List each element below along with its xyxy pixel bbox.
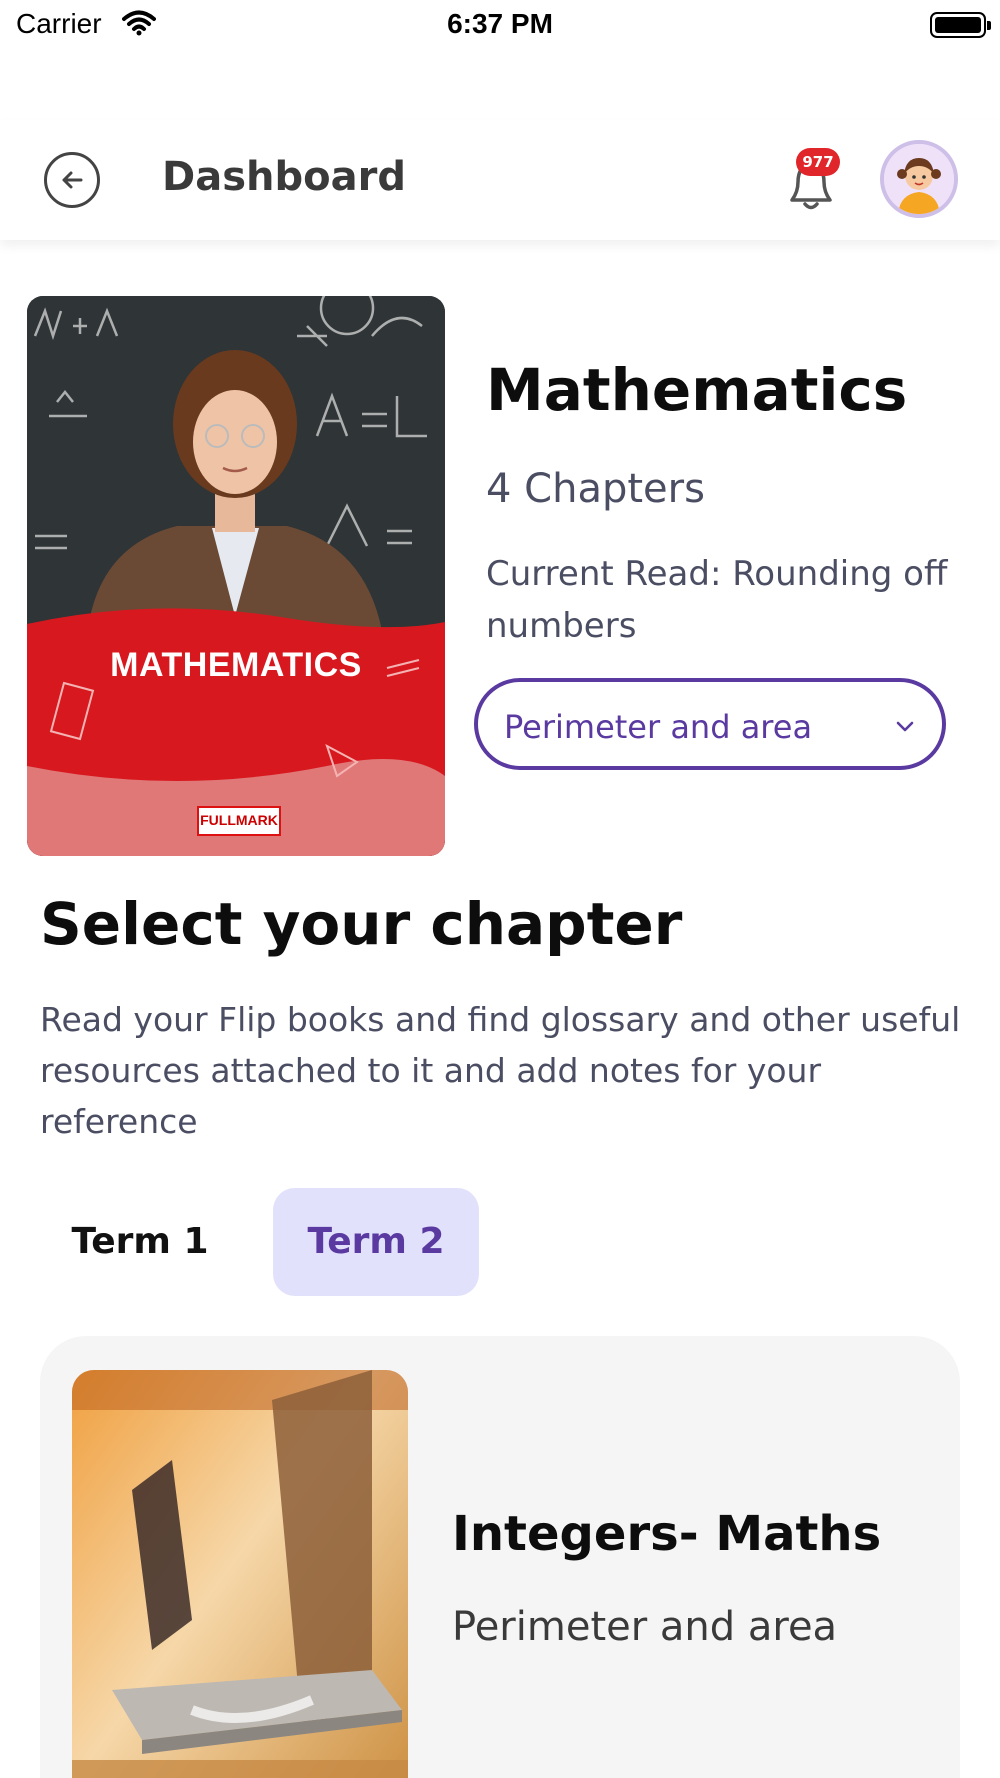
chapter-dropdown-value: Perimeter and area xyxy=(504,708,813,746)
chapter-thumbnail xyxy=(72,1370,408,1778)
section-title: Select your chapter xyxy=(40,890,683,958)
app-header: Dashboard 977 xyxy=(0,120,1000,240)
current-read: Current Read: Rounding off numbers xyxy=(486,554,948,646)
chevron-down-icon xyxy=(896,721,914,732)
avatar[interactable] xyxy=(880,140,958,218)
chapter-title: Integers- Maths xyxy=(452,1506,882,1562)
girl-avatar-icon xyxy=(884,144,954,214)
arrow-left-icon xyxy=(62,171,83,189)
status-bar: Carrier 6:37 PM xyxy=(0,0,1000,56)
subject-cover-image: MATHEMATICS FULLMARK xyxy=(27,296,445,856)
status-time: 6:37 PM xyxy=(447,8,553,39)
battery-icon xyxy=(930,12,991,38)
tab-term-2[interactable]: Term 2 xyxy=(273,1188,479,1296)
back-button[interactable] xyxy=(44,152,100,208)
subject-name: Mathematics xyxy=(486,356,908,424)
fullmark-logo-text: FULLMARK xyxy=(200,812,278,828)
chapter-subtitle: Perimeter and area xyxy=(452,1604,838,1650)
page-title: Dashboard xyxy=(162,154,406,200)
fullmark-logo: FULLMARK xyxy=(197,806,281,836)
tab-term-1[interactable]: Term 1 xyxy=(40,1188,240,1296)
notification-badge: 977 xyxy=(796,148,840,176)
cover-title: MATHEMATICS xyxy=(110,646,362,684)
chapters-count: 4 Chapters xyxy=(486,466,705,512)
chapter-card[interactable]: Integers- Maths Perimeter and area xyxy=(40,1336,960,1778)
chapter-dropdown[interactable]: Perimeter and area xyxy=(474,678,946,770)
section-description: Read your Flip books and find glossary a… xyxy=(40,1000,961,1141)
